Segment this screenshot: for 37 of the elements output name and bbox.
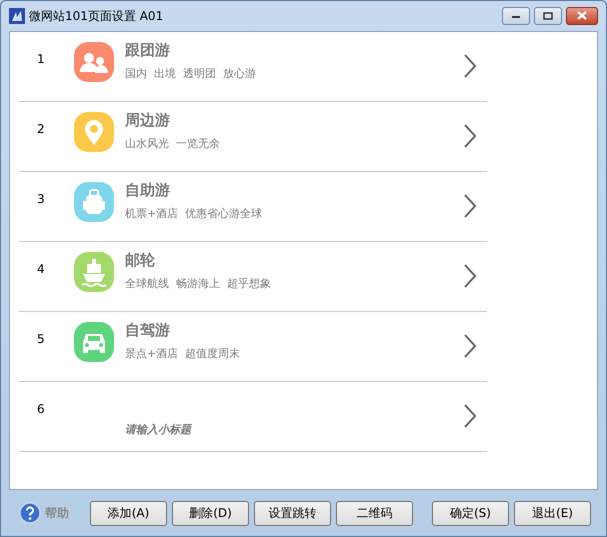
chevron-right-icon[interactable] — [463, 334, 477, 358]
item-subtitle: 机票+酒店 优惠省心游全球 — [125, 206, 262, 222]
chevron-right-icon[interactable] — [463, 124, 477, 148]
row-number: 2 — [37, 122, 45, 136]
subtitle-field[interactable]: 请输入小标题 — [125, 422, 275, 438]
row-number: 1 — [37, 52, 45, 66]
chevron-right-icon[interactable] — [463, 264, 477, 288]
dialog-button[interactable]: 退出(E) — [514, 500, 591, 526]
dialog-button[interactable]: 确定(S) — [432, 500, 509, 526]
item-subtitle: 国内 出境 透明团 放心游 — [125, 66, 256, 82]
item-title: 自驾游 — [125, 320, 171, 340]
row-number: 5 — [37, 332, 45, 346]
window-title: 微网站101页面设置 A01 — [29, 8, 164, 25]
item-subtitle: 景点+酒店 超值度周末 — [125, 346, 240, 362]
item-subtitle: 山水风光 一览无余 — [125, 136, 220, 152]
chevron-right-icon[interactable] — [463, 404, 477, 428]
minimize-button[interactable] — [502, 6, 530, 25]
dialog-button[interactable]: 设置跳转 — [254, 500, 331, 526]
dialog-button[interactable]: 二维码 — [336, 500, 413, 526]
chevron-right-icon[interactable] — [463, 54, 477, 78]
close-button[interactable] — [566, 6, 598, 25]
item-title: 跟团游 — [125, 40, 171, 60]
item-subtitle: 全球航线 畅游海上 超乎想象 — [125, 276, 271, 292]
dialog-button[interactable]: 添加(A) — [90, 500, 167, 526]
dialog-button[interactable]: 删除(D) — [172, 500, 249, 526]
row-number: 4 — [37, 262, 45, 276]
item-title: 自助游 — [125, 180, 171, 200]
help-icon[interactable] — [19, 502, 41, 524]
item-title: 邮轮 — [125, 250, 156, 270]
row-number: 3 — [37, 192, 45, 206]
maximize-button[interactable] — [534, 6, 562, 25]
maximize-icon — [543, 12, 553, 20]
chevron-right-icon[interactable] — [463, 194, 477, 218]
close-icon — [577, 11, 587, 20]
item-title: 周边游 — [125, 110, 171, 130]
row-number: 6 — [37, 402, 45, 416]
app-icon — [9, 8, 25, 24]
